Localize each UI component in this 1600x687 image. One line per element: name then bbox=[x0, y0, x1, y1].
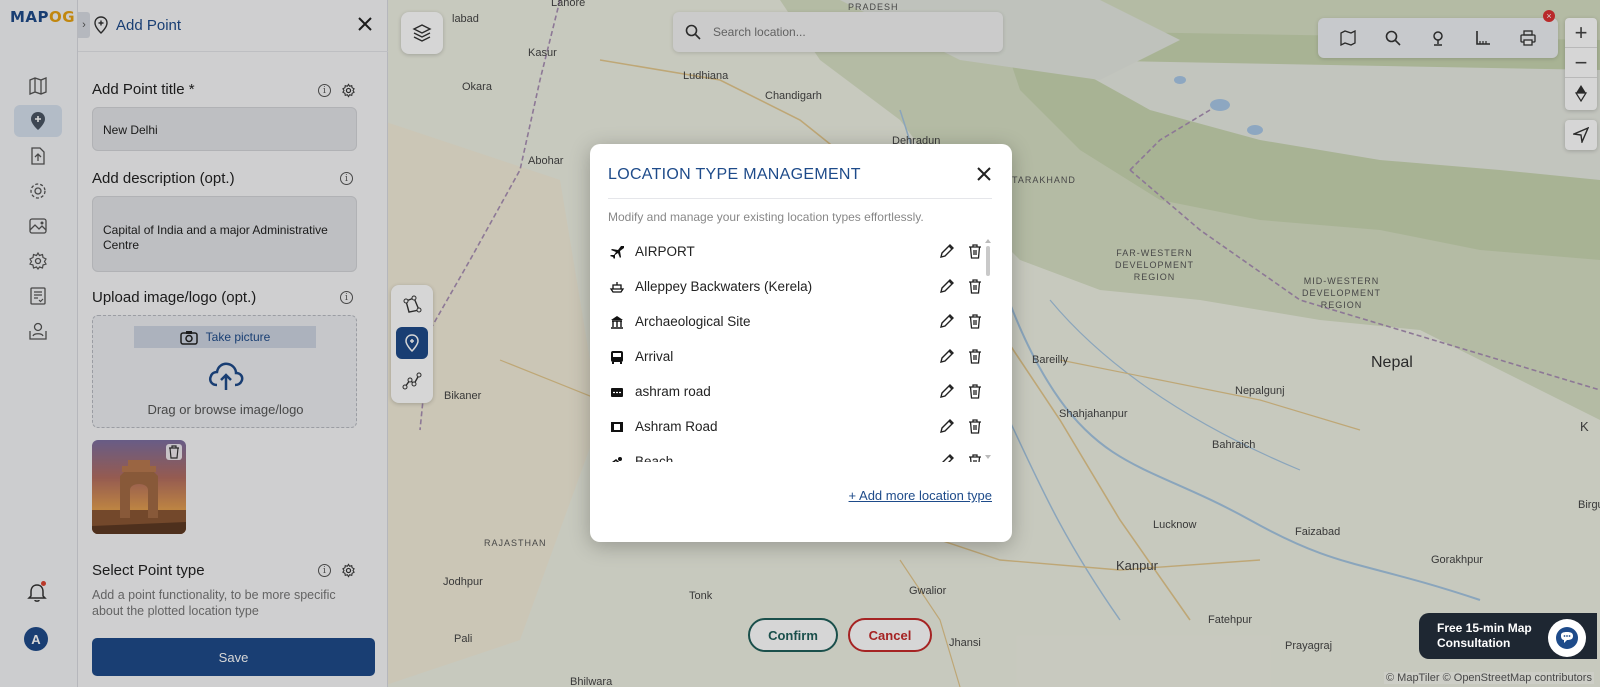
location-type-modal: LOCATION TYPE MANAGEMENT Modify and mana… bbox=[590, 144, 1012, 542]
edit-pencil-icon[interactable] bbox=[938, 277, 956, 295]
close-icon[interactable] bbox=[974, 164, 994, 184]
list-item[interactable]: AIRPORT bbox=[608, 234, 992, 269]
location-type-label: AIRPORT bbox=[635, 244, 695, 259]
modal-divider bbox=[608, 198, 992, 199]
chat-icon bbox=[1556, 627, 1578, 649]
location-type-list[interactable]: AIRPORT Alleppey Backwaters (Kerela) Arc… bbox=[608, 234, 992, 462]
edit-pencil-icon[interactable] bbox=[938, 417, 956, 435]
trash-icon[interactable] bbox=[966, 417, 984, 435]
modal-title: LOCATION TYPE MANAGEMENT bbox=[608, 166, 861, 183]
film-icon bbox=[608, 418, 626, 436]
location-type-label: Alleppey Backwaters (Kerela) bbox=[635, 279, 813, 294]
list-item[interactable]: Beach bbox=[608, 444, 992, 462]
airplane-icon bbox=[608, 243, 626, 261]
modal-subtitle: Modify and manage your existing location… bbox=[608, 210, 924, 224]
monument-icon bbox=[608, 313, 626, 331]
list-scrollbar[interactable] bbox=[985, 238, 991, 460]
trash-icon[interactable] bbox=[966, 452, 984, 462]
road-icon bbox=[608, 383, 626, 401]
trash-icon[interactable] bbox=[966, 347, 984, 365]
swimmer-icon bbox=[608, 453, 626, 462]
trash-icon[interactable] bbox=[966, 242, 984, 260]
boat-icon bbox=[608, 278, 626, 296]
edit-pencil-icon[interactable] bbox=[938, 452, 956, 462]
bus-icon bbox=[608, 348, 626, 366]
add-location-type-link[interactable]: + Add more location type bbox=[790, 488, 992, 503]
edit-pencil-icon[interactable] bbox=[938, 312, 956, 330]
edit-pencil-icon[interactable] bbox=[938, 347, 956, 365]
edit-pencil-icon[interactable] bbox=[938, 242, 956, 260]
location-type-label: Ashram Road bbox=[635, 419, 718, 434]
trash-icon[interactable] bbox=[966, 382, 984, 400]
chat-button[interactable] bbox=[1548, 619, 1586, 657]
trash-icon[interactable] bbox=[966, 277, 984, 295]
list-item[interactable]: Ashram Road bbox=[608, 409, 992, 444]
location-type-label: Archaeological Site bbox=[635, 314, 751, 329]
list-item[interactable]: Alleppey Backwaters (Kerela) bbox=[608, 269, 992, 304]
location-type-label: Arrival bbox=[635, 349, 674, 364]
scrollbar-thumb[interactable] bbox=[986, 246, 990, 276]
edit-pencil-icon[interactable] bbox=[938, 382, 956, 400]
location-type-label: ashram road bbox=[635, 384, 711, 399]
trash-icon[interactable] bbox=[966, 312, 984, 330]
location-type-label: Beach bbox=[635, 454, 674, 462]
list-item[interactable]: Archaeological Site bbox=[608, 304, 992, 339]
list-item[interactable]: ashram road bbox=[608, 374, 992, 409]
list-item[interactable]: Arrival bbox=[608, 339, 992, 374]
